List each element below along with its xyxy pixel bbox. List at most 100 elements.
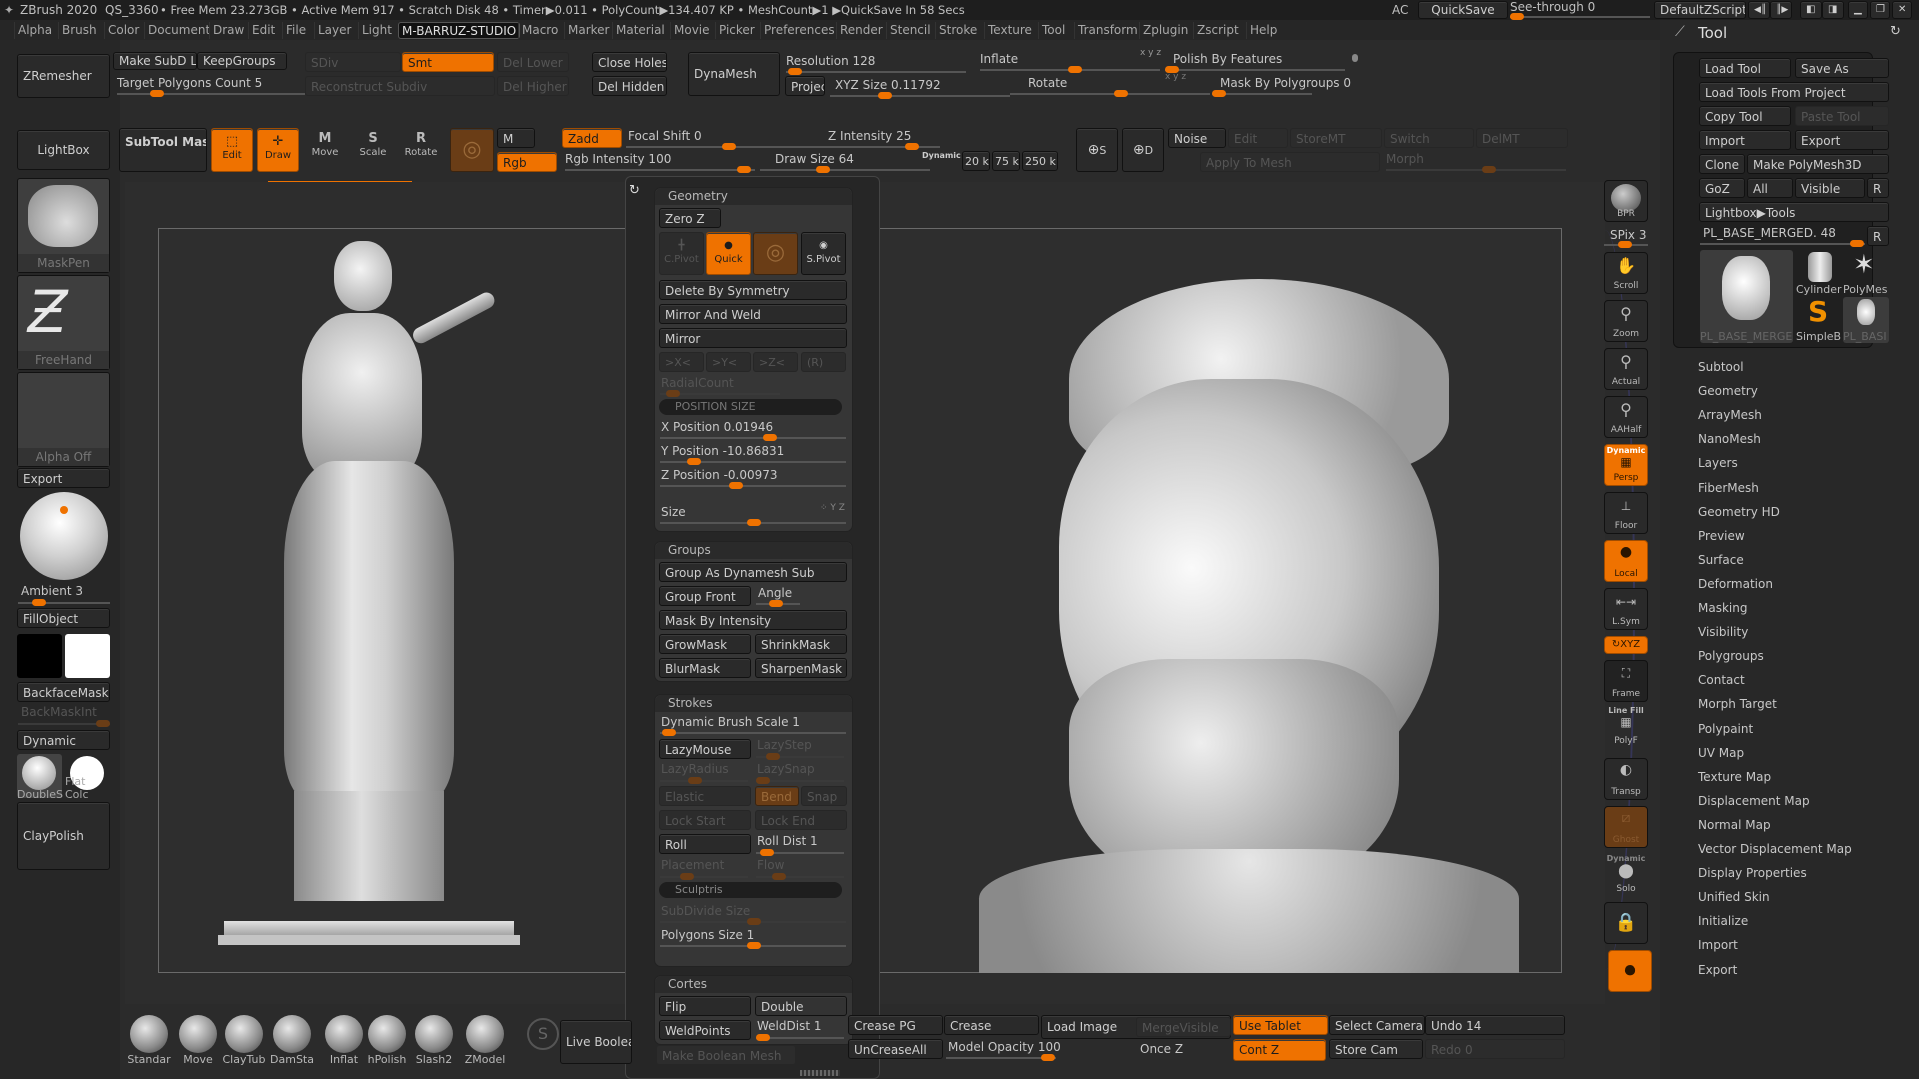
flip-button[interactable]: Flip [659,996,751,1016]
dynamesh-20k-button[interactable]: 20 k [962,151,990,171]
sculptris-pro-button[interactable]: ◎ [753,232,798,275]
import-button[interactable]: Import [1699,130,1791,150]
elastic-button[interactable]: Elastic [659,786,751,806]
menu-alpha[interactable]: Alpha [14,22,55,39]
doublesided-material-thumb[interactable]: DoubleS [17,754,63,801]
model-opacity-slider[interactable] [946,1054,1056,1061]
quicksave-button[interactable]: QuickSave [1418,1,1508,19]
subtool-master-button[interactable]: SubTool Master ◢ [119,128,207,172]
size-slider[interactable] [660,519,846,526]
menu-transform[interactable]: Transform [1074,22,1141,39]
menu-picker[interactable]: Picker [715,22,758,39]
aahalf-button[interactable]: ⚲ AAHalf [1604,396,1648,438]
menu-render[interactable]: Render [836,22,886,39]
restore-icon[interactable]: ❐ [1870,1,1890,19]
polish-toggle-dot[interactable] [1352,54,1358,62]
menu-tool[interactable]: Tool [1038,22,1068,39]
rgb-button[interactable]: Rgb [497,152,557,172]
del-higher-button[interactable]: Del Higher [497,76,569,96]
reconstruct-subdiv-button[interactable]: Reconstruct Subdiv [305,76,495,96]
lock-start-button[interactable]: Lock Start [659,810,751,830]
uncreaseall-button[interactable]: UnCreaseAll [848,1039,943,1059]
load-tool-button[interactable]: Load Tool [1699,58,1791,78]
mergevisible-button[interactable]: MergeVisible [1136,1017,1231,1037]
frame-button[interactable]: ⛶ Frame [1604,660,1648,702]
dynamic-drawsize-label[interactable]: Dynamic [922,151,961,160]
goz-visible-button[interactable]: Visible [1795,178,1865,198]
noise-button[interactable]: Noise [1168,128,1226,148]
z-position-slider[interactable] [660,482,846,489]
apply-to-mesh-button[interactable]: Apply To Mesh [1200,152,1380,172]
sharpenmask-button[interactable]: SharpenMask [755,658,847,678]
menu-document[interactable]: Document [144,22,213,39]
double-button[interactable]: Double [755,996,847,1016]
strokes-header[interactable]: Strokes [655,695,852,712]
lightbox-button[interactable]: LightBox [17,130,110,170]
dynamic-button[interactable]: Dynamic [17,730,110,750]
menu-help[interactable]: Help [1246,22,1280,39]
axis-y-button[interactable]: >Y< [706,352,751,372]
cortes-header[interactable]: Cortes [655,976,852,993]
tool-thumb-pl-base-merged[interactable]: PL_BASE_MERGE [1700,250,1793,343]
cont-z-button[interactable]: Cont Z [1233,1039,1326,1061]
tool-section-import[interactable]: Import [1698,938,1738,952]
crease-pg-button[interactable]: Crease PG [848,1015,943,1035]
actual-button[interactable]: ⚲ Actual [1604,348,1648,390]
mirror-and-weld-button[interactable]: Mirror And Weld [659,304,847,324]
menu-m-barruz-studio[interactable]: M-BARRUZ-STUDIO [398,22,521,39]
sculptris-mode-button[interactable]: ◎ [450,128,494,172]
goz-button[interactable]: GoZ [1699,178,1745,198]
edit-mode-button[interactable]: ⬚ Edit [211,128,253,172]
statue-head-bust-model[interactable] [979,229,1539,973]
menu-macro[interactable]: Macro [518,22,561,39]
keepgroups-button[interactable]: KeepGroups [197,52,287,70]
tool-section-uv-map[interactable]: UV Map [1698,746,1744,760]
group-front-button[interactable]: Group Front [659,586,751,606]
sculptris-logo-icon[interactable]: S [527,1018,559,1050]
noise-edit-button[interactable]: Edit [1228,128,1288,148]
storemt-button[interactable]: StoreMT [1290,128,1382,148]
del-lower-button[interactable]: Del Lower [497,52,569,72]
xyz-rotate-button[interactable]: ↻XYZ [1604,636,1648,654]
expand-ui-icon[interactable]: ║▶ [1770,1,1792,19]
mirror-button[interactable]: Mirror [659,328,847,348]
placement-slider[interactable] [660,873,748,880]
tool-palette-title[interactable]: Tool [1698,24,1727,42]
tool-section-unified-skin[interactable]: Unified Skin [1698,890,1770,904]
shrink-ui-icon[interactable]: ◀║ [1748,1,1770,19]
zadd-button[interactable]: Zadd [562,128,622,148]
subdivide-size-slider[interactable] [660,918,846,925]
tool-thumb-simplebrush[interactable]: S SimpleB [1796,295,1842,343]
tool-thumb-cylinder[interactable]: Cylinder [1796,250,1842,296]
tool-section-geometry[interactable]: Geometry [1698,384,1758,398]
material-sphere[interactable] [20,492,108,580]
copy-tool-button[interactable]: Copy Tool [1699,106,1791,126]
use-tablet-button[interactable]: Use Tablet [1233,1015,1328,1035]
polyf-button[interactable]: Line Fill ▦ PolyF [1604,706,1648,748]
mask-pg-xyz-icon[interactable]: x y z [1165,72,1186,82]
menu-material[interactable]: Material [612,22,668,39]
tool-section-export[interactable]: Export [1698,963,1737,977]
tool-section-vector-displacement-map[interactable]: Vector Displacement Map [1698,842,1852,856]
stroke-thumbnail[interactable]: Ƶ FreeHand [17,275,110,370]
claypolish-button[interactable]: ClayPolish [17,802,110,870]
delmt-button[interactable]: DelMT [1476,128,1568,148]
menu-movie[interactable]: Movie [670,22,713,39]
x-position-slider[interactable] [660,434,846,441]
switch-button[interactable]: Switch [1384,128,1474,148]
tool-section-initialize[interactable]: Initialize [1698,914,1748,928]
menu-draw[interactable]: Draw [209,22,247,39]
floor-button[interactable]: ⊥ Floor [1604,492,1648,534]
transp-button[interactable]: ◐ Transp [1604,758,1648,800]
tool-thumb-pl-base[interactable]: PL_BASI [1843,297,1889,343]
rgb-intensity-slider[interactable] [565,166,755,173]
goz-r-button[interactable]: R [1867,178,1889,198]
tool-section-texture-map[interactable]: Texture Map [1698,770,1771,784]
export-tool-button[interactable]: Export [1795,130,1889,150]
lazyradius-slider[interactable] [660,777,748,784]
polish-features-slider[interactable] [1165,66,1345,73]
dynamesh-button[interactable]: DynaMesh [688,52,780,96]
brush-standar[interactable]: Standar [125,1015,173,1066]
live-boolean-button[interactable]: Live Boolean [560,1020,632,1064]
zoom-button[interactable]: ⚲ Zoom [1604,300,1648,342]
